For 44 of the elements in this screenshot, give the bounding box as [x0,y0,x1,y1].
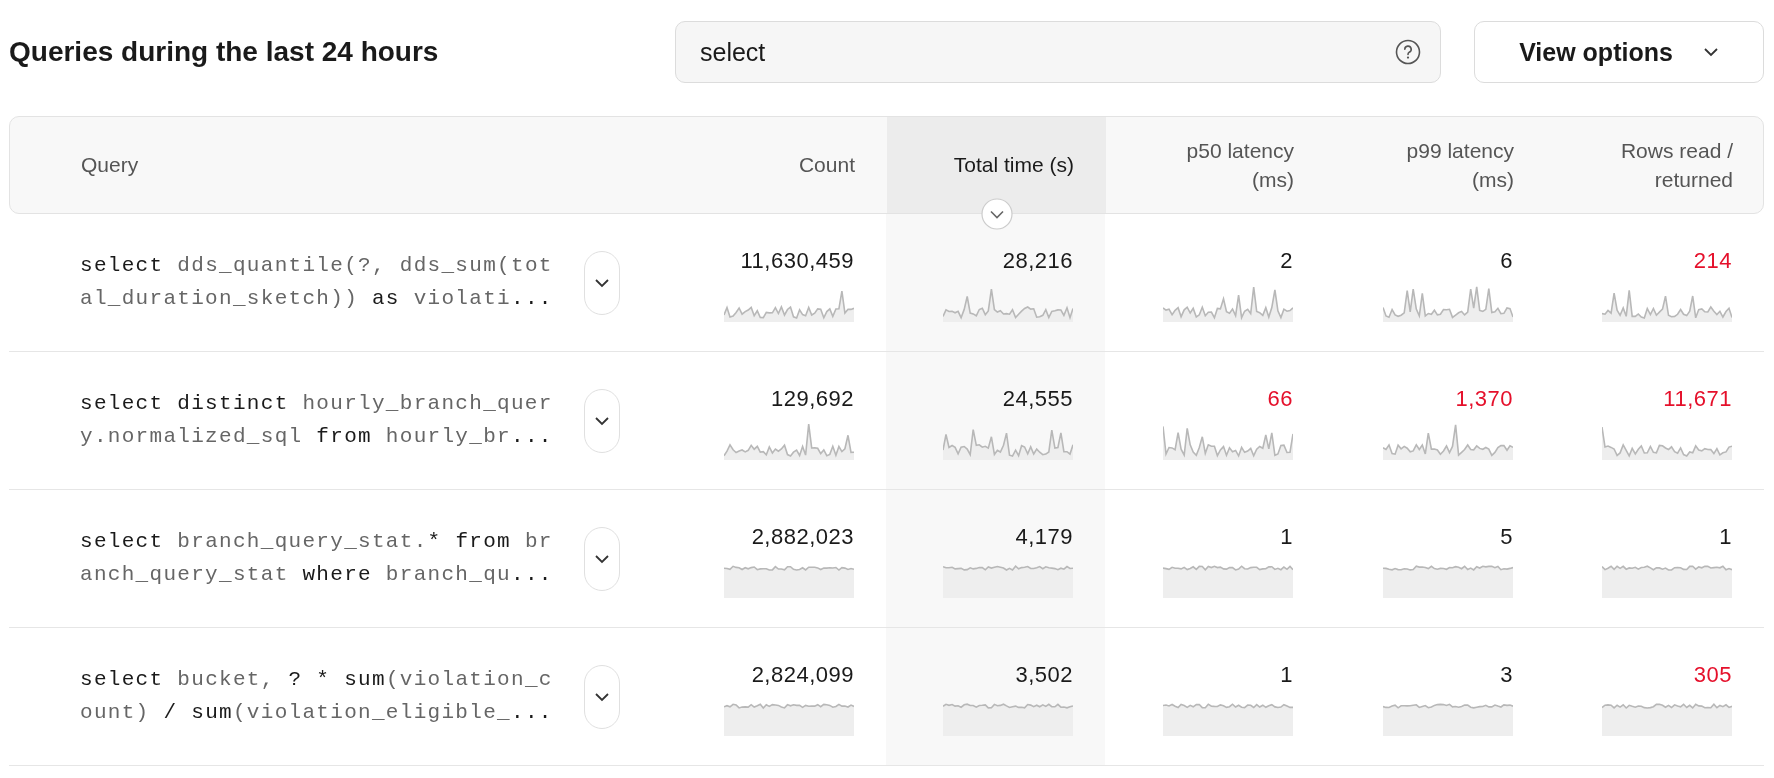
metric-value: 2,882,023 [751,524,854,550]
expand-button[interactable] [584,388,620,453]
metric-value: 5 [1500,524,1513,550]
metric-value: 3 [1500,662,1513,688]
query-text: select distinct hourly_branch_query.normalized_sql from hourly_br... [80,390,554,450]
chevron-down-icon [594,691,610,702]
query-text: select dds_quantile(?, dds_sum(total_duration_sketch)) as violati... [80,252,554,312]
query-text: select branch_query_stat.* from branch_query_stat where branch_qu... [80,528,554,588]
metric-value: 4,179 [1015,524,1073,550]
column-header[interactable]: Total time (s) [953,150,1074,180]
column-header[interactable]: Count [798,150,855,180]
view-options-button[interactable]: View options [1474,21,1764,83]
chevron-down-icon [594,277,610,288]
column-header[interactable]: p50 latency (ms) [1162,135,1294,195]
metric-value: 6 [1500,248,1513,274]
column-header[interactable]: p99 latency (ms) [1382,135,1514,195]
page-title: Queries during the last 24 hours [9,36,440,68]
metric-value: 305 [1693,662,1732,688]
query-text: select bucket, ? * sum(violation_count) / sum(violation_eligible_... [80,666,554,726]
metric-value: 1 [1280,524,1293,550]
metric-value: 2,824,099 [751,662,854,688]
metric-value: 1,370 [1455,386,1513,412]
metric-value: 2 [1280,248,1293,274]
metric-value: 66 [1267,386,1293,412]
help-icon[interactable] [1395,39,1421,65]
metric-value: 3,502 [1015,662,1073,688]
search-field[interactable]: select [675,21,1441,83]
metric-value: 1 [1719,524,1732,550]
expand-button[interactable] [584,664,620,729]
column-header[interactable]: Rows read / returned [1601,135,1733,195]
metric-value: 11,671 [1663,386,1732,412]
metric-value: 129,692 [770,386,854,412]
chevron-down-icon [594,415,610,426]
column-header[interactable]: Query [81,150,139,180]
expand-button[interactable] [584,250,620,315]
metric-value: 24,555 [1002,386,1073,412]
metric-value: 1 [1280,662,1293,688]
metric-value: 28,216 [1002,248,1073,274]
chevron-down-icon [594,553,610,564]
chevron-down-icon [1702,47,1719,57]
metric-value: 11,630,459 [740,248,854,274]
sort-chevron-icon[interactable] [981,198,1013,230]
metric-value: 214 [1693,248,1732,274]
expand-button[interactable] [584,526,620,591]
